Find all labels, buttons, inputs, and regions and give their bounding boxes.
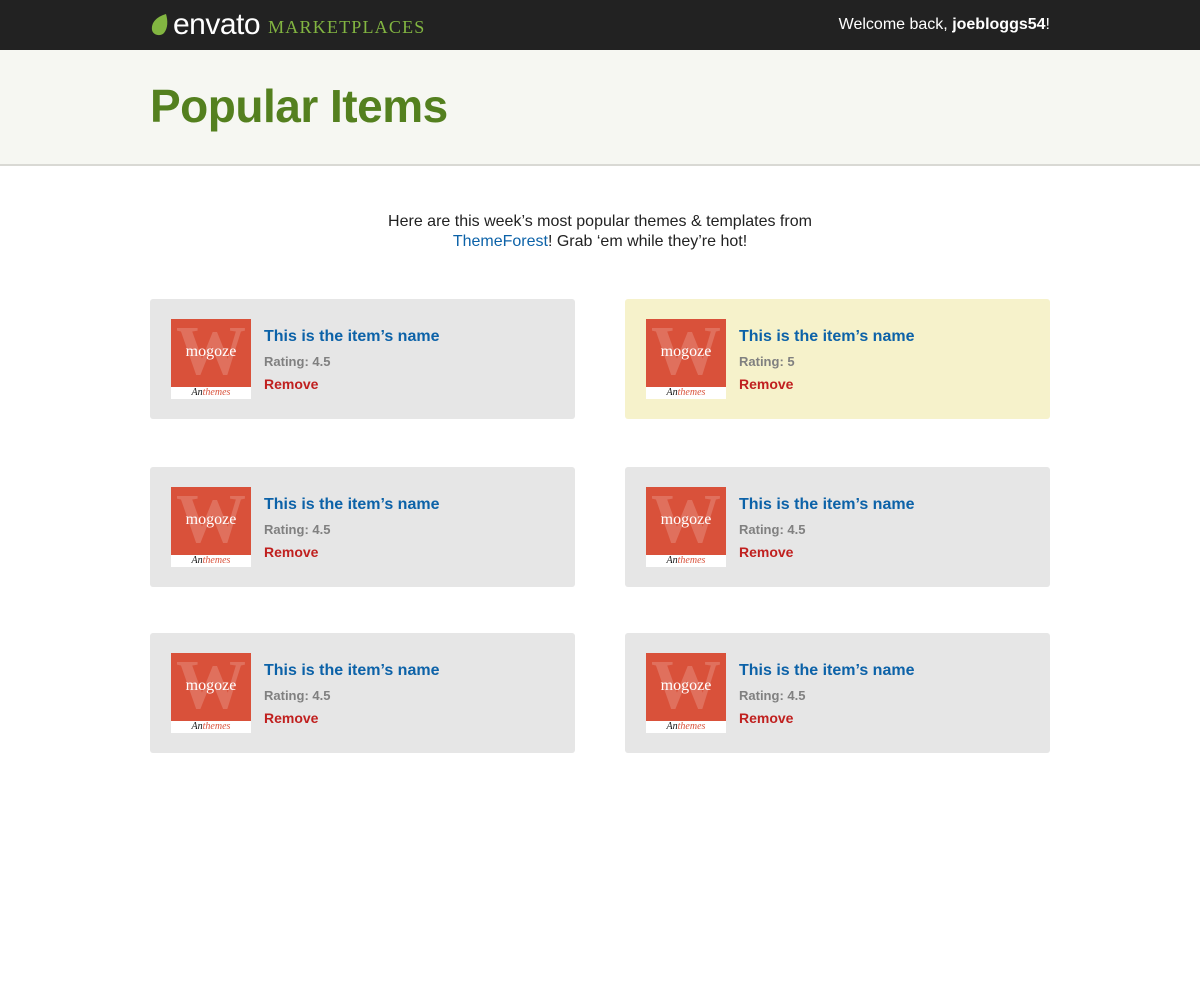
remove-button[interactable]: Remove: [739, 544, 793, 560]
logo-marketplaces: MARKETPLACES: [268, 16, 426, 37]
item-rating: Rating: 5: [739, 354, 795, 369]
remove-button[interactable]: Remove: [264, 376, 318, 392]
item-name-link[interactable]: This is the item’s name: [264, 662, 439, 680]
item-rating: Rating: 4.5: [739, 522, 806, 537]
item-name-link[interactable]: This is the item’s name: [264, 496, 439, 514]
remove-button[interactable]: Remove: [264, 544, 318, 560]
item-card: Wmogoze Anthemes This is the item’s name Ra…: [625, 299, 1050, 419]
themeforest-link[interactable]: ThemeForest: [453, 233, 548, 250]
item-card: Wmogoze Anthemes This is the item’s name Ra…: [150, 633, 575, 753]
thumbnail-art: Wmogoze: [646, 653, 726, 721]
thumbnail-author: Anthemes: [646, 721, 726, 733]
item-rating: Rating: 4.5: [739, 688, 806, 703]
item-card: Wmogoze Anthemes This is the item’s name Ra…: [150, 299, 575, 419]
thumbnail-art: Wmogoze: [171, 319, 251, 387]
logo-word: envato: [173, 8, 261, 41]
thumbnail-author: Anthemes: [646, 555, 726, 567]
thumbnail-author: Anthemes: [171, 721, 251, 733]
thumbnail-title: mogoze: [185, 677, 237, 694]
thumbnail-author-a: An: [191, 387, 203, 398]
thumbnail-author-b: themes: [677, 387, 706, 398]
page-header: Popular Items: [0, 50, 1200, 166]
welcome-message: Welcome back, joebloggs54!: [839, 16, 1050, 34]
thumbnail-author-a: An: [666, 721, 678, 732]
item-name-link[interactable]: This is the item’s name: [739, 328, 914, 346]
thumbnail-title: mogoze: [185, 343, 237, 360]
intro-line-1: Here are this week’s most popular themes…: [388, 213, 812, 230]
intro-line-2: ! Grab ‘em while they’re hot!: [547, 233, 748, 250]
thumbnail-art: Wmogoze: [171, 487, 251, 555]
thumbnail-art: Wmogoze: [171, 653, 251, 721]
thumbnail-author-a: An: [666, 387, 678, 398]
leaf-icon: [151, 14, 168, 36]
thumbnail-author: Anthemes: [171, 555, 251, 567]
thumbnail-author-a: An: [666, 555, 678, 566]
item-rating: Rating: 4.5: [264, 688, 331, 703]
thumbnail-author-a: An: [191, 721, 203, 732]
remove-button[interactable]: Remove: [264, 710, 318, 726]
item-thumbnail[interactable]: Wmogoze Anthemes: [646, 653, 726, 733]
item-name-link[interactable]: This is the item’s name: [739, 662, 914, 680]
remove-button[interactable]: Remove: [739, 710, 793, 726]
item-card: Wmogoze Anthemes This is the item’s name Ra…: [150, 467, 575, 587]
item-name-link[interactable]: This is the item’s name: [264, 328, 439, 346]
thumbnail-author-a: An: [191, 555, 203, 566]
thumbnail-author-b: themes: [202, 555, 231, 566]
thumbnail-author: Anthemes: [646, 387, 726, 399]
item-rating: Rating: 4.5: [264, 354, 331, 369]
item-thumbnail[interactable]: Wmogoze Anthemes: [646, 319, 726, 399]
welcome-prefix: Welcome back,: [838, 16, 953, 33]
item-rating: Rating: 4.5: [264, 522, 331, 537]
item-thumbnail[interactable]: Wmogoze Anthemes: [171, 319, 251, 399]
item-card: Wmogoze Anthemes This is the item’s name Ra…: [625, 467, 1050, 587]
username[interactable]: joebloggs54: [952, 16, 1045, 33]
item-thumbnail[interactable]: Wmogoze Anthemes: [646, 487, 726, 567]
thumbnail-title: mogoze: [660, 677, 712, 694]
item-card: Wmogoze Anthemes This is the item’s name Ra…: [625, 633, 1050, 753]
page-title: Popular Items: [150, 80, 448, 132]
thumbnail-author: Anthemes: [171, 387, 251, 399]
intro-text: Here are this week’s most popular themes…: [350, 212, 850, 252]
thumbnail-art: Wmogoze: [646, 319, 726, 387]
thumbnail-title: mogoze: [185, 511, 237, 528]
thumbnail-title: mogoze: [660, 511, 712, 528]
thumbnail-art: Wmogoze: [646, 487, 726, 555]
item-thumbnail[interactable]: Wmogoze Anthemes: [171, 487, 251, 567]
thumbnail-author-b: themes: [677, 555, 706, 566]
envato-logo[interactable]: envato MARKETPLACES: [150, 9, 426, 41]
top-bar: envato MARKETPLACES Welcome back, joeblo…: [0, 0, 1200, 50]
item-thumbnail[interactable]: Wmogoze Anthemes: [171, 653, 251, 733]
thumbnail-author-b: themes: [202, 387, 231, 398]
thumbnail-author-b: themes: [202, 721, 231, 732]
item-name-link[interactable]: This is the item’s name: [739, 496, 914, 514]
thumbnail-title: mogoze: [660, 343, 712, 360]
remove-button[interactable]: Remove: [739, 376, 793, 392]
thumbnail-author-b: themes: [677, 721, 706, 732]
welcome-suffix: !: [1045, 16, 1050, 33]
